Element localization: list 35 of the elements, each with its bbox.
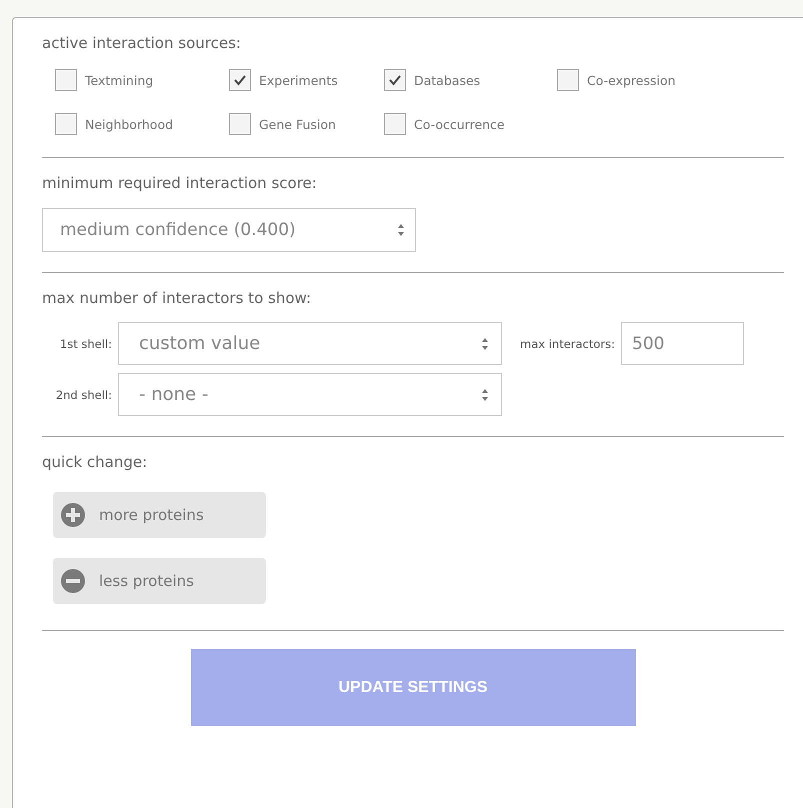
section-heading: max number of interactors to show:: [42, 288, 312, 308]
plus-circle-icon: [61, 503, 85, 527]
checkbox-label: Gene Fusion: [259, 116, 336, 132]
more-button[interactable]: more proteins: [53, 492, 266, 538]
checkbox-label: Experiments: [259, 72, 338, 88]
section-heading: quick change:: [42, 452, 148, 472]
checkbox[interactable]: [229, 113, 251, 135]
section-heading: minimum required interaction score:: [42, 173, 318, 193]
minus-circle-icon: [61, 569, 85, 593]
checkbox-label: Neighborhood: [85, 116, 174, 132]
max-interactors-label: max interactors:: [520, 336, 616, 350]
select-arrows-icon: [481, 388, 489, 402]
checkbox-label: Co-expression: [587, 72, 676, 88]
update-settings-button[interactable]: UPDATE SETTINGS: [190, 649, 636, 726]
checkbox[interactable]: [384, 69, 406, 91]
less-button[interactable]: less proteins: [53, 558, 266, 604]
select-arrows-icon: [397, 223, 405, 237]
checkbox[interactable]: [55, 113, 77, 135]
checkbox-label: Co-occurrence: [414, 116, 505, 132]
shell-select[interactable]: - none -: [118, 373, 502, 416]
score-select[interactable]: medium confidence (0.400): [42, 208, 416, 252]
checkbox[interactable]: [229, 69, 251, 91]
checkbox-label: Textmining: [85, 72, 154, 88]
checkbox[interactable]: [384, 113, 406, 135]
checkbox-label: Databases: [414, 72, 480, 88]
shell-label: 1st shell:: [58, 336, 113, 350]
max-interactors-field[interactable]: 500: [621, 322, 744, 365]
section-heading: active interaction sources:: [42, 33, 242, 53]
shell-select[interactable]: custom value: [118, 322, 502, 365]
checkbox[interactable]: [55, 69, 77, 91]
shell-label: 2nd shell:: [54, 388, 113, 402]
select-arrows-icon: [481, 336, 489, 350]
checkbox[interactable]: [557, 69, 579, 91]
checkmark-icon: [233, 74, 247, 86]
checkmark-icon: [388, 74, 402, 86]
